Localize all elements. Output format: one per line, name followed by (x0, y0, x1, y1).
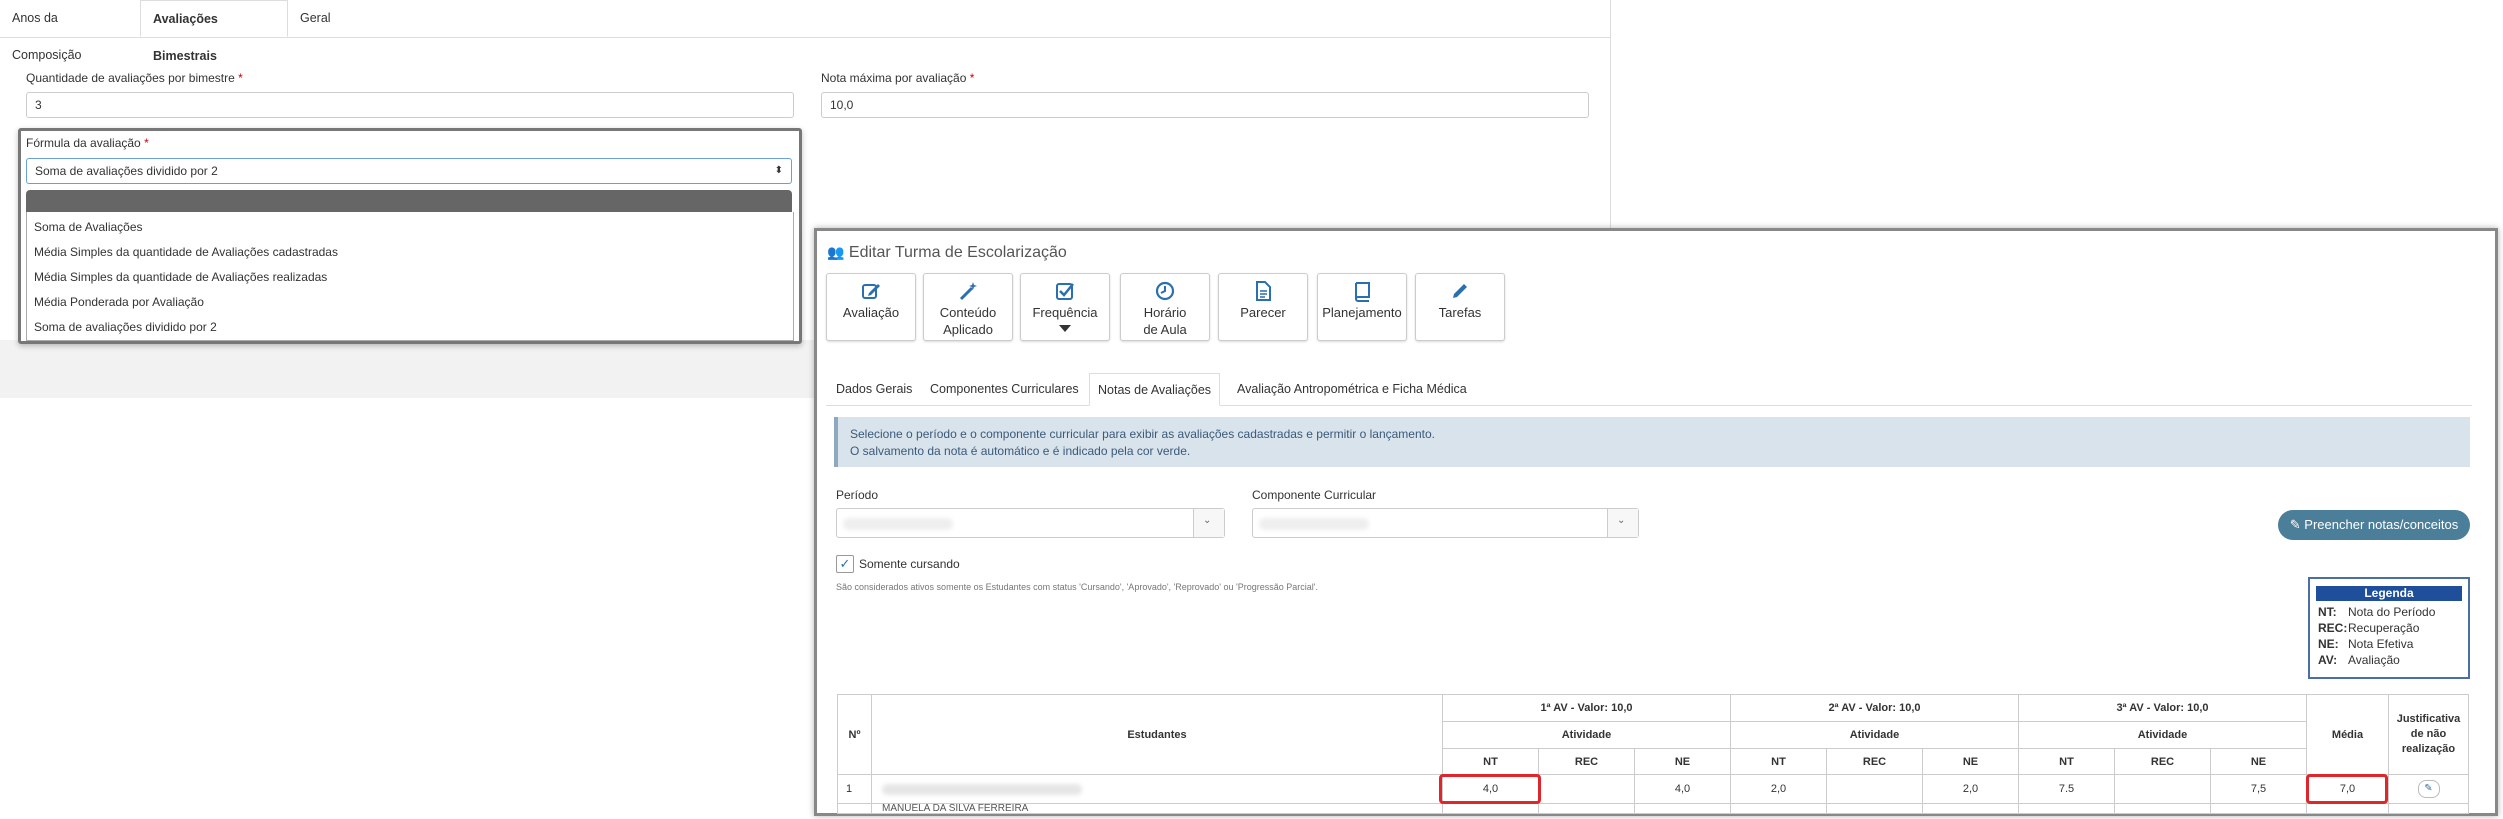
grade-cell-nt[interactable]: 2,0 (1730, 774, 1827, 804)
table-row: MANUELA DA SILVA FERREIRA (837, 803, 2469, 814)
tab-geral[interactable]: Geral (288, 0, 348, 37)
grade-cell-ne: 2,0 (1922, 774, 2019, 804)
formula-select[interactable]: Soma de avaliações dividido por 2 ⬍ (26, 158, 792, 184)
legend-box: Legenda NT: Nota do Período REC:Recuperaç… (2308, 577, 2470, 679)
col-header-ne: NE (2210, 748, 2307, 775)
student-name-cell: MANUELA DA SILVA FERREIRA (871, 803, 1443, 814)
tab-avaliacoes-bimestrais[interactable]: Avaliações Bimestrais (140, 0, 288, 63)
dropdown-empty-option[interactable] (26, 190, 792, 212)
checkbox-icon (1056, 283, 1074, 300)
grade-cell-rec[interactable] (1826, 774, 1923, 804)
toolbar-planejamento-button[interactable]: Planejamento (1317, 273, 1407, 341)
toolbar-horario-button[interactable]: Horário de Aula (1120, 273, 1210, 341)
legend-title: Legenda (2316, 586, 2462, 601)
chevron-down-icon: ⌄ (1617, 515, 1626, 526)
legend-item: NE: Nota Efetiva (2318, 637, 2414, 651)
grade-cell-rec[interactable] (1538, 774, 1635, 804)
col-header-activity: Atividade (1730, 721, 2019, 749)
col-header-rec: REC (1826, 748, 1923, 775)
row-number: 1 (837, 774, 872, 804)
nt-highlight-box (1439, 774, 1541, 804)
tab-notas-avaliacoes[interactable]: Notas de Avaliações (1089, 373, 1221, 406)
qty-label: Quantidade de avaliações por bimestre * (26, 71, 243, 85)
dropdown-option[interactable]: Média Simples da quantidade de Avaliaçõe… (34, 245, 338, 259)
select-arrows-icon: ⬍ (774, 165, 783, 176)
toolbar-conteudo-button[interactable]: Conteúdo Aplicado (923, 273, 1013, 341)
col-header-ne: NE (1922, 748, 2019, 775)
active-students-note: São considerados ativos somente os Estud… (836, 582, 1319, 592)
periodo-label: Período (836, 488, 879, 502)
componente-label: Componente Curricular (1252, 488, 1377, 502)
users-icon: 👥 (827, 244, 845, 260)
col-header-rec: REC (1538, 748, 1635, 775)
modal-title: 👥 Editar Turma de Escolarização (827, 244, 1067, 261)
max-grade-label: Nota máxima por avaliação * (821, 71, 975, 85)
somente-cursando-label: Somente cursando (859, 557, 960, 571)
toolbar-frequencia-button[interactable]: Frequência (1020, 273, 1110, 341)
edit-icon: ✎ (2289, 517, 2301, 532)
somente-cursando-checkbox[interactable]: ✓ (836, 555, 854, 573)
edit-icon[interactable]: ✎ (2417, 780, 2440, 798)
legend-item: AV: Avaliação (2318, 653, 2400, 667)
qty-input[interactable]: 3 (26, 92, 794, 118)
toolbar-parecer-button[interactable]: Parecer (1218, 273, 1308, 341)
caret-down-icon (1059, 325, 1071, 332)
toolbar-avaliacao-button[interactable]: Avaliação (826, 273, 916, 341)
edit-icon (862, 284, 880, 299)
grade-cell-nt[interactable]: 7.5 (2018, 774, 2115, 804)
fill-grades-button[interactable]: ✎ Preencher notas/conceitos (2278, 510, 2470, 540)
grade-cell-ne: 7,5 (2210, 774, 2307, 804)
magic-wand-icon (959, 282, 977, 301)
pencil-icon (1453, 284, 1467, 298)
average-highlight-box (2306, 774, 2388, 804)
justify-cell: ✎ (2388, 774, 2469, 804)
col-header-nt: NT (1442, 748, 1539, 775)
col-header-students: Estudantes (871, 694, 1443, 775)
col-header-av2: 2ª AV - Valor: 10,0 (1730, 694, 2019, 722)
info-alert: Selecione o período e o componente curri… (834, 417, 2470, 467)
col-header-activity: Atividade (2018, 721, 2307, 749)
toolbar-tarefas-button[interactable]: Tarefas (1415, 273, 1505, 341)
dropdown-option[interactable]: Média Simples da quantidade de Avaliaçõe… (34, 270, 327, 284)
col-header-media: Média (2306, 694, 2389, 775)
col-header-av3: 3ª AV - Valor: 10,0 (2018, 694, 2307, 722)
legend-item: NT: Nota do Período (2318, 605, 2436, 619)
col-header-rec: REC (2114, 748, 2211, 775)
clock-icon (1155, 281, 1175, 301)
dropdown-option[interactable]: Soma de Avaliações (34, 220, 143, 234)
legend-item: REC:Recuperação (2318, 621, 2420, 635)
document-icon (1256, 281, 1271, 301)
dropdown-option[interactable]: Soma de avaliações dividido por 2 (34, 320, 217, 334)
col-header-nt: NT (1730, 748, 1827, 775)
tab-componentes-curriculares[interactable]: Componentes Curriculares (922, 373, 1087, 406)
tab-anos-composicao[interactable]: Anos da Composição (0, 0, 140, 62)
col-header-av1: 1ª AV - Valor: 10,0 (1442, 694, 1731, 722)
col-header-activity: Atividade (1442, 721, 1731, 749)
col-header-justificativa: Justificativa de não realização (2388, 694, 2469, 775)
col-header-ne: NE (1634, 748, 1731, 775)
grade-cell-rec[interactable] (2114, 774, 2211, 804)
tab-avaliacao-antropometrica[interactable]: Avaliação Antropométrica e Ficha Médica (1229, 373, 1475, 406)
student-name-cell (871, 774, 1443, 804)
book-icon (1355, 282, 1370, 302)
max-grade-input[interactable]: 10,0 (821, 92, 1589, 118)
dropdown-option[interactable]: Média Ponderada por Avaliação (34, 295, 204, 309)
componente-select[interactable]: ⌄ (1252, 508, 1639, 538)
table-row: 1 4,0 4,0 2,0 2,0 7.5 7,5 7,0 ✎ (837, 774, 2469, 804)
periodo-select[interactable]: ⌄ (836, 508, 1225, 538)
grade-cell-ne: 4,0 (1634, 774, 1731, 804)
chevron-down-icon: ⌄ (1203, 515, 1212, 526)
col-header-nt: NT (2018, 748, 2115, 775)
formula-label: Fórmula da avaliação * (26, 136, 149, 150)
tab-dados-gerais[interactable]: Dados Gerais (828, 373, 920, 406)
col-header-n: Nº (837, 694, 872, 775)
config-tabs: Anos da Composição Avaliações Bimestrais… (0, 0, 1610, 63)
grades-table: Nº Estudantes 1ª AV - Valor: 10,0 2ª AV … (837, 694, 2469, 814)
